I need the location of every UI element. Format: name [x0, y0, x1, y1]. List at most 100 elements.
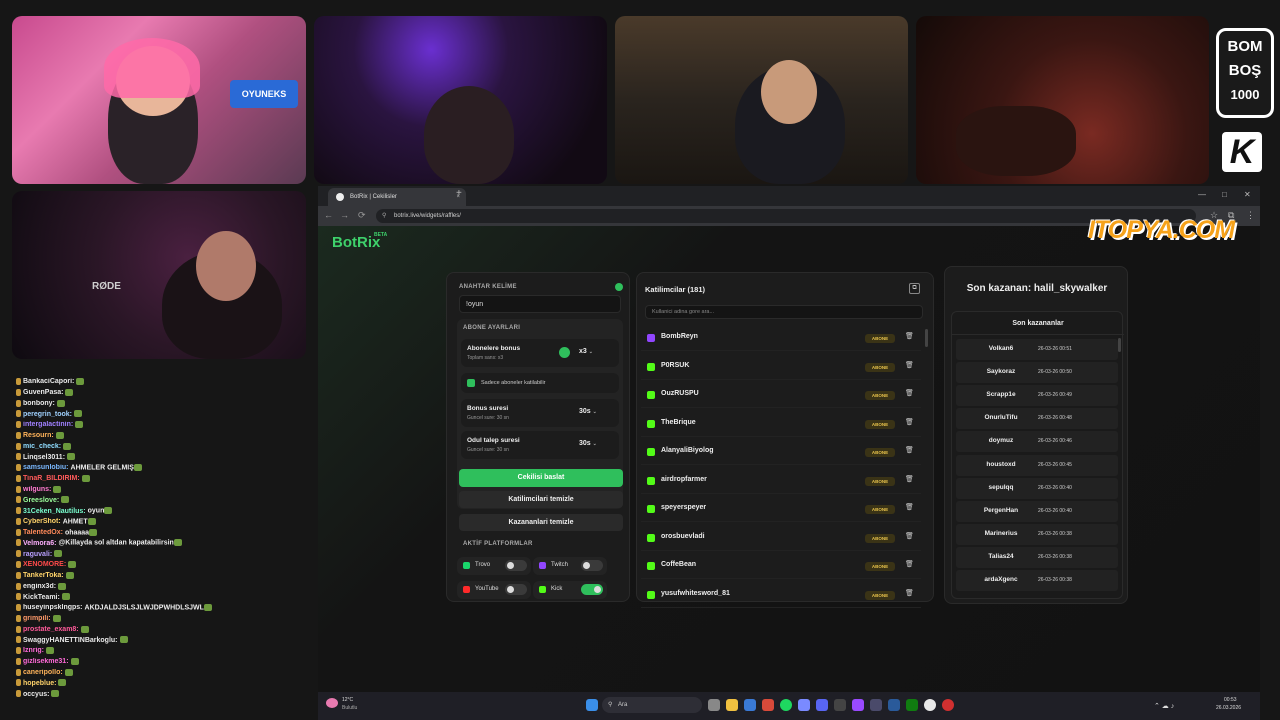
- chat-username[interactable]: Iznrig:: [23, 647, 44, 654]
- trash-icon[interactable]: 🗑: [905, 361, 914, 371]
- chat-username[interactable]: TinaR_BİLDİRİM:: [23, 475, 80, 482]
- app-icon[interactable]: [870, 699, 882, 711]
- chat-username[interactable]: GuvenPasa:: [23, 389, 63, 396]
- participant-row[interactable]: speyerspeyer ABONE 🗑: [641, 496, 921, 522]
- reload-icon[interactable]: ⟳: [358, 210, 366, 221]
- spotify-icon[interactable]: [780, 699, 792, 711]
- participant-row[interactable]: AlanyaliBiyolog ABONE 🗑: [641, 439, 921, 465]
- file-explorer-icon[interactable]: [726, 699, 738, 711]
- chat-username[interactable]: raguvali:: [23, 551, 52, 558]
- chat-username[interactable]: gizlisekme31:: [23, 658, 69, 665]
- url-field[interactable]: ⚲ botrix.live/widgets/raffles/: [376, 209, 1196, 223]
- participant-row[interactable]: P0RSUK ABONE 🗑: [641, 354, 921, 380]
- chat-username[interactable]: SwaggyHANETTINBarkoglu:: [23, 637, 118, 644]
- task-view-icon[interactable]: [708, 699, 720, 711]
- chat-username[interactable]: mic_check:: [23, 443, 61, 450]
- maximize-icon[interactable]: □: [1222, 190, 1227, 199]
- chat-username[interactable]: Resourn:: [23, 432, 54, 439]
- chat-username[interactable]: caneripollo:: [23, 669, 63, 676]
- back-icon[interactable]: ←: [324, 210, 333, 220]
- forward-icon[interactable]: →: [340, 210, 349, 220]
- chat-message: TankerToka:: [16, 571, 316, 583]
- chat-username[interactable]: enginx3d:: [23, 583, 56, 590]
- app-icon[interactable]: [852, 699, 864, 711]
- participant-row[interactable]: yusufwhitesword_81 ABONE 🗑: [641, 582, 921, 608]
- chat-username[interactable]: XENOMORE:: [23, 561, 66, 568]
- chat-message: TalentedOx: ohaaaa: [16, 528, 316, 540]
- participant-row[interactable]: airdropfarmer ABONE 🗑: [641, 468, 921, 494]
- chat-username[interactable]: Linqsel3011:: [23, 454, 65, 461]
- chat-username[interactable]: hopeblue:: [23, 680, 56, 687]
- trash-icon[interactable]: 🗑: [905, 560, 914, 570]
- clock-time[interactable]: 00:53: [1224, 697, 1237, 703]
- app-icon[interactable]: [834, 699, 846, 711]
- trash-icon[interactable]: 🗑: [905, 475, 914, 485]
- platform-toggle[interactable]: [505, 560, 527, 571]
- chat-username[interactable]: occyus:: [23, 691, 49, 698]
- steam-icon[interactable]: [888, 699, 900, 711]
- trash-icon[interactable]: 🗑: [905, 503, 914, 513]
- trash-icon[interactable]: 🗑: [905, 532, 914, 542]
- participant-row[interactable]: orosbuevladi ABONE 🗑: [641, 525, 921, 551]
- chat-username[interactable]: KickTeami:: [23, 594, 60, 601]
- clear-winners-button[interactable]: Kazananlari temizle: [459, 514, 623, 531]
- trash-icon[interactable]: 🗑: [905, 332, 914, 342]
- obs-icon[interactable]: [942, 699, 954, 711]
- participant-search-input[interactable]: Kullanici adina gore ara...: [645, 305, 923, 319]
- app-icon[interactable]: [762, 699, 774, 711]
- start-raffle-button[interactable]: Cekilisi baslat: [459, 469, 623, 487]
- chat-username[interactable]: CyberShot:: [23, 518, 61, 525]
- sub-bonus-select[interactable]: x3 ⌄: [579, 348, 593, 355]
- participant-row[interactable]: CoffeBean ABONE 🗑: [641, 553, 921, 579]
- platform-toggle[interactable]: [505, 584, 527, 595]
- chat-username[interactable]: Velmora6:: [23, 540, 56, 547]
- tray-icons[interactable]: ⌃ ☁ ♪: [1154, 702, 1174, 710]
- participant-row[interactable]: BombReyn ABONE 🗑: [641, 325, 921, 351]
- chat-username[interactable]: samsunlobiu:: [23, 464, 69, 471]
- trash-icon[interactable]: 🗑: [905, 589, 914, 599]
- only-subs-row[interactable]: Sadece aboneler katilabilir: [461, 373, 619, 393]
- trash-icon[interactable]: 🗑: [905, 389, 914, 399]
- site-info-icon[interactable]: ⚲: [382, 209, 386, 223]
- participant-row[interactable]: OuzRUSPU ABONE 🗑: [641, 382, 921, 408]
- bonus-time-select[interactable]: 30s ⌄: [579, 408, 597, 415]
- clock-date[interactable]: 26.03.2026: [1216, 705, 1241, 711]
- trash-icon[interactable]: 🗑: [905, 446, 914, 456]
- chat-username[interactable]: Greeslove:: [23, 497, 59, 504]
- chat-username[interactable]: BankaciCapori:: [23, 378, 74, 385]
- mail-icon[interactable]: [744, 699, 756, 711]
- participants-scrollbar[interactable]: [925, 329, 928, 347]
- platform-toggle[interactable]: [581, 560, 603, 571]
- chat-username[interactable]: 31Ceken_Nautilus:: [23, 508, 86, 515]
- chat-username[interactable]: grimpili:: [23, 615, 51, 622]
- discord-icon[interactable]: [816, 699, 828, 711]
- weather-icon[interactable]: [326, 698, 338, 708]
- chat-username[interactable]: TalentedOx:: [23, 529, 63, 536]
- chat-username[interactable]: TankerToka:: [23, 572, 64, 579]
- keyword-input[interactable]: !oyun: [459, 295, 621, 313]
- chat-username[interactable]: huseyinpsklngps:: [23, 604, 83, 611]
- xbox-icon[interactable]: [906, 699, 918, 711]
- taskbar-search[interactable]: ⚲ Ara: [602, 697, 702, 713]
- chat-username[interactable]: wilguns:: [23, 486, 51, 493]
- platform-toggle[interactable]: [581, 584, 603, 595]
- winners-scrollbar[interactable]: [1118, 338, 1121, 352]
- close-window-icon[interactable]: ✕: [1244, 190, 1251, 199]
- app-icon[interactable]: [798, 699, 810, 711]
- start-icon[interactable]: [586, 699, 598, 711]
- only-subs-checkbox[interactable]: [467, 379, 475, 387]
- chat-username[interactable]: bonbony:: [23, 400, 55, 407]
- participant-row[interactable]: TheBrique ABONE 🗑: [641, 411, 921, 437]
- sub-bonus-toggle-icon[interactable]: [559, 347, 570, 358]
- copy-icon[interactable]: ⧉: [909, 283, 920, 294]
- chat-username[interactable]: intergalactinin:: [23, 421, 73, 428]
- chrome-icon[interactable]: [924, 699, 936, 711]
- chat-username[interactable]: peregrin_took:: [23, 411, 72, 418]
- new-tab-icon[interactable]: +: [456, 188, 462, 199]
- minimize-icon[interactable]: —: [1198, 190, 1206, 199]
- clear-participants-button[interactable]: Katilimcilari temizle: [459, 491, 623, 508]
- trash-icon[interactable]: 🗑: [905, 418, 914, 428]
- claim-time-select[interactable]: 30s ⌄: [579, 440, 597, 447]
- browser-tab[interactable]: BotRix | Cekilisler ×: [328, 188, 466, 206]
- chat-username[interactable]: prostate_exam8:: [23, 626, 79, 633]
